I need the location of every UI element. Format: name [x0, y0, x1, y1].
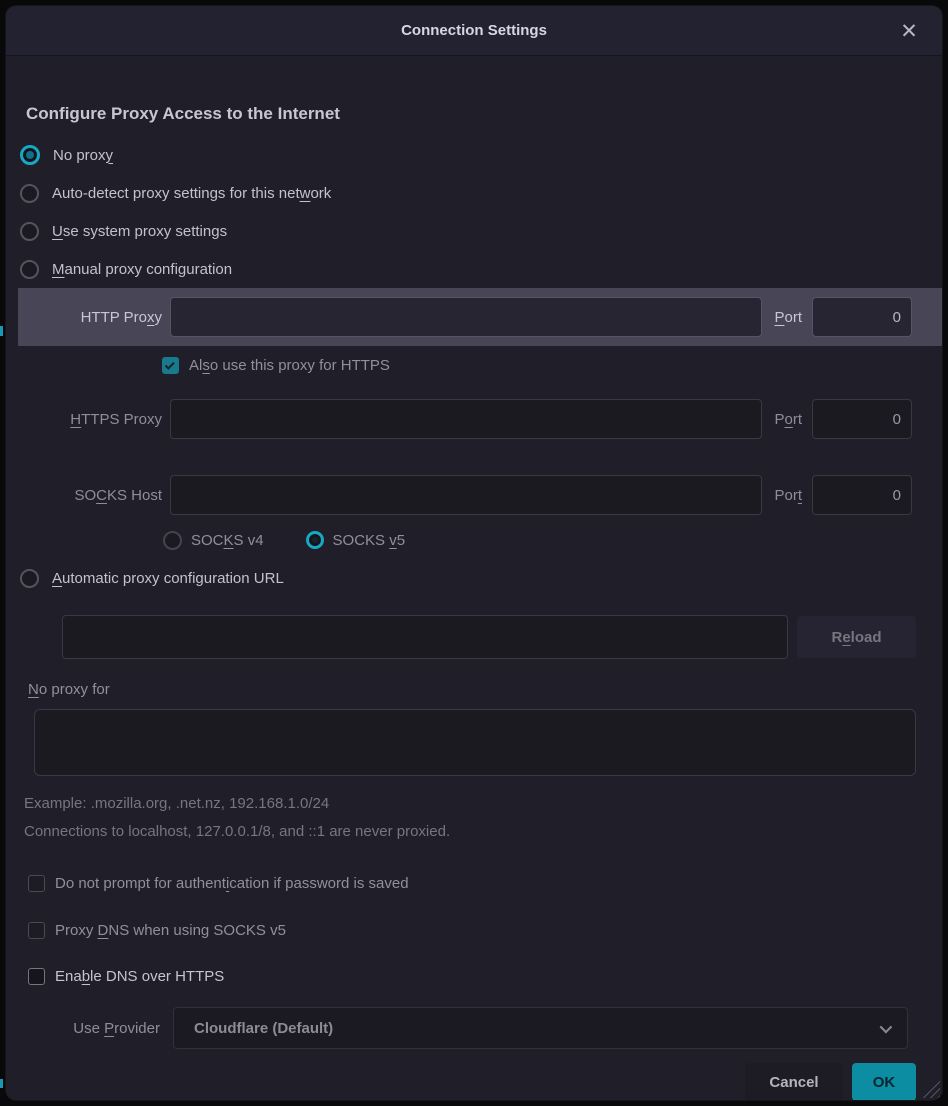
reload-button[interactable]: Reload — [797, 616, 916, 658]
checkbox-unchecked-icon — [28, 875, 45, 892]
radio-unselected-icon — [20, 184, 39, 203]
socks-host-label: SOCKS Host — [34, 487, 162, 504]
radio-socks-v5[interactable] — [306, 531, 324, 549]
provider-label: Use Provider — [55, 1020, 160, 1037]
radio-auto-detect-label: Auto-detect proxy settings for this netw… — [52, 185, 331, 202]
checkbox-unchecked-icon — [28, 922, 45, 939]
also-https-checkbox[interactable]: Also use this proxy for HTTPS — [6, 353, 942, 377]
http-proxy-label: HTTP Proxy — [34, 309, 162, 326]
background-artifact — [0, 326, 3, 336]
radio-use-system-label: Use system proxy settings — [52, 223, 227, 240]
socks-port-input[interactable] — [812, 475, 912, 515]
http-port-input[interactable] — [812, 297, 912, 337]
checkbox-unchecked-icon — [28, 968, 45, 985]
radio-manual[interactable]: Manual proxy configuration — [6, 250, 942, 288]
radio-manual-label: Manual proxy configuration — [52, 261, 232, 278]
radio-auto-url-label: Automatic proxy configuration URL — [52, 570, 284, 587]
https-proxy-input[interactable] — [170, 399, 762, 439]
http-port-label: Port — [774, 309, 802, 326]
provider-dropdown[interactable]: Cloudflare (Default) — [173, 1007, 908, 1049]
socks-v4-label: SOCKS v4 — [191, 532, 264, 549]
background-artifact — [0, 1079, 3, 1088]
radio-auto-detect[interactable]: Auto-detect proxy settings for this netw… — [6, 174, 942, 212]
dialog-footer: Cancel OK — [6, 1063, 942, 1100]
https-port-label: Port — [774, 411, 802, 428]
close-icon: ✕ — [900, 21, 918, 42]
page-title: Configure Proxy Access to the Internet — [6, 102, 942, 126]
proxy-dns-checkbox[interactable]: Proxy DNS when using SOCKS v5 — [6, 918, 942, 942]
enable-doh-label: Enable DNS over HTTPS — [55, 968, 224, 985]
also-https-label: Also use this proxy for HTTPS — [189, 357, 390, 374]
no-proxy-for-label: No proxy for — [6, 677, 942, 701]
radio-unselected-icon — [20, 260, 39, 279]
checkmark-icon — [165, 359, 175, 369]
radio-auto-url[interactable]: Automatic proxy configuration URL — [6, 564, 942, 592]
radio-no-proxy-label: No proxy — [53, 147, 113, 164]
example-text: Example: .mozilla.org, .net.nz, 192.168.… — [6, 791, 942, 815]
https-proxy-label: HTTPS Proxy — [34, 411, 162, 428]
radio-unselected-icon — [20, 569, 39, 588]
https-proxy-row: HTTPS Proxy Port — [6, 399, 942, 439]
provider-selected-value: Cloudflare (Default) — [194, 1020, 333, 1037]
ok-button[interactable]: OK — [852, 1063, 916, 1100]
radio-no-proxy[interactable]: No proxy — [6, 136, 942, 174]
radio-selected-icon — [20, 145, 40, 165]
auto-url-row: Reload — [6, 615, 942, 659]
close-button[interactable]: ✕ — [892, 6, 926, 56]
dialog-title: Connection Settings — [401, 22, 547, 39]
socks-host-input[interactable] — [170, 475, 762, 515]
enable-doh-checkbox[interactable]: Enable DNS over HTTPS — [6, 964, 942, 988]
http-proxy-input[interactable] — [170, 297, 762, 337]
proxy-dns-label: Proxy DNS when using SOCKS v5 — [55, 922, 286, 939]
auto-url-input[interactable] — [62, 615, 788, 659]
radio-use-system[interactable]: Use system proxy settings — [6, 212, 942, 250]
chevron-down-icon — [880, 1020, 893, 1033]
http-proxy-row-highlighted: HTTP Proxy Port — [18, 288, 942, 346]
no-proxy-for-textarea[interactable] — [34, 709, 916, 776]
radio-unselected-icon — [20, 222, 39, 241]
checkbox-checked-icon — [162, 357, 179, 374]
no-auth-prompt-checkbox[interactable]: Do not prompt for authentication if pass… — [6, 871, 942, 895]
cancel-button[interactable]: Cancel — [745, 1063, 843, 1100]
localhost-note: Connections to localhost, 127.0.0.1/8, a… — [6, 819, 942, 843]
socks-host-row: SOCKS Host Port — [6, 475, 942, 515]
provider-row: Use Provider Cloudflare (Default) — [6, 1007, 942, 1049]
dialog-titlebar: Connection Settings ✕ — [6, 6, 942, 56]
no-auth-prompt-label: Do not prompt for authentication if pass… — [55, 875, 409, 892]
socks-version-row: SOCKS v4 SOCKS v5 — [6, 528, 942, 552]
dialog-content: Configure Proxy Access to the Internet N… — [6, 56, 942, 1100]
radio-socks-v4[interactable] — [163, 531, 182, 550]
socks-port-label: Port — [774, 487, 802, 504]
https-port-input[interactable] — [812, 399, 912, 439]
socks-v5-label: SOCKS v5 — [333, 532, 406, 549]
connection-settings-dialog: Connection Settings ✕ Configure Proxy Ac… — [6, 6, 942, 1100]
